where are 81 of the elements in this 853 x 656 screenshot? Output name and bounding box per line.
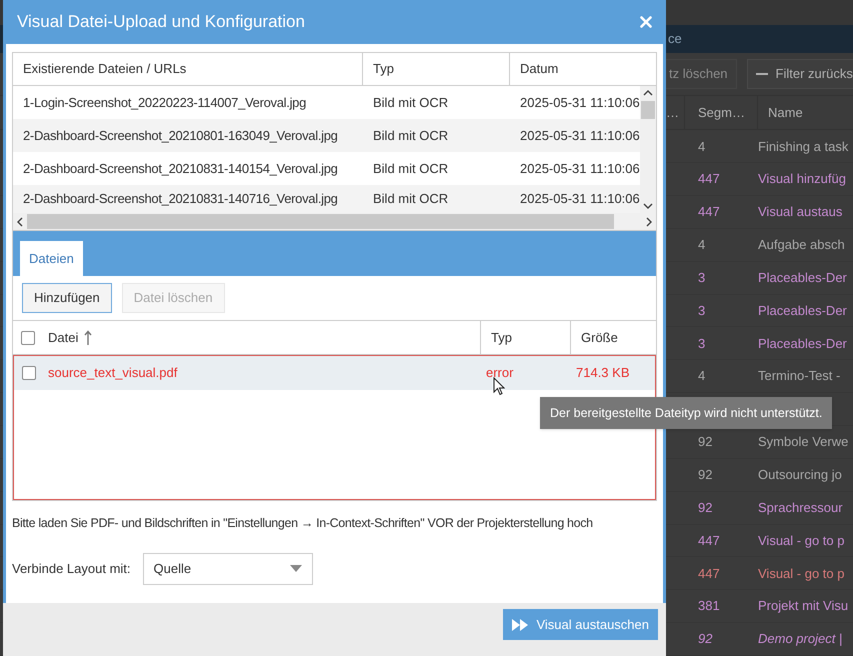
file-name: 2-Dashboard-Screenshot_20210831-140154_Veroval.jpg [22,160,339,178]
column-header[interactable]: Datum [520,59,558,79]
project-name: Demo project | [758,630,842,648]
scroll-down-icon[interactable] [643,203,653,209]
column-header[interactable]: Existierende Dateien / URLs [23,59,186,79]
tooltip: Der bereitgestellte Dateityp wird nicht unterstützt. [540,397,832,429]
segment-count: 3 [698,268,706,287]
segment-count: 92 [698,433,714,452]
segment-count: 447 [698,170,721,188]
scroll-up-icon[interactable] [643,90,653,96]
segment-count: 92 [698,630,714,648]
checkbox[interactable] [22,366,36,380]
segment-count: 3 [698,334,706,353]
column-header[interactable]: Segm… [698,102,745,122]
upload-date: 2025-05-31 11:10:06 [519,160,640,178]
segment-count: 447 [698,203,721,222]
column-header[interactable]: … [666,102,679,122]
upload-date: 2025-05-31 11:10:06 [519,126,640,145]
minus-icon [756,72,768,75]
upload-file-size: 714.3 KB [576,364,630,382]
layout-label: Verbinde Layout mit: [12,560,131,578]
replace-visual-button[interactable]: Visual austauschen [503,609,658,640]
project-name: Placeables-Der [758,334,847,353]
segment-count: 4 [698,236,706,254]
project-name: Projekt mit Visu [758,597,848,616]
file-type: Bild mit OCR [372,160,450,178]
checkbox[interactable] [21,330,35,344]
upload-file-type: error [486,364,514,382]
scroll-right-icon[interactable] [646,216,652,226]
project-name: Placeables-Der [758,302,847,320]
segment-count: 381 [698,597,721,616]
project-name: Symbole Verwe [758,433,848,452]
horizontal-scrollbar[interactable] [13,213,656,230]
fast-forward-icon [512,618,528,630]
file-type: Bild mit OCR [372,126,450,145]
project-name: Termino-Test - [758,367,840,386]
files-tab[interactable]: Dateien [20,241,83,276]
hint-text: Bitte laden Sie PDF- und Bildschriften in "Einstellungen → In-Context-Schriften" VOR der Projekterstellung hoch [12,515,594,532]
segment-count: 92 [698,466,714,484]
file-name: 2-Dashboard-Screenshot_20210801-163049_Veroval.jpg [22,126,339,145]
segment-count: 3 [698,302,706,320]
project-name: Sprachressour [758,498,843,517]
file-name: 1-Login-Screenshot_20220223-114007_Veroval.jpg [22,94,308,112]
column-header[interactable]: Name [768,102,803,122]
column-header[interactable]: Größe [581,328,618,348]
file-type: Bild mit OCR [372,190,450,208]
project-name: Visual austaus [758,203,842,222]
close-icon[interactable] [640,16,652,28]
scrollbar-thumb[interactable] [641,100,655,118]
segment-count: 447 [698,564,721,583]
sort-arrow-icon[interactable] [84,330,92,346]
segment-count: 447 [698,532,721,550]
column-header[interactable]: Datei [48,328,78,348]
project-name: Visual - go to p [758,564,844,583]
column-header[interactable]: Typ [373,59,394,79]
add-button[interactable]: Hinzufügen [22,283,112,313]
upload-date: 2025-05-31 11:10:06 [519,94,640,112]
segment-count: 92 [698,498,714,517]
vertical-scrollbar[interactable] [640,86,656,213]
project-name: Visual hinzufüg [758,170,846,188]
upload-file-name: source_text_visual.pdf [47,364,178,382]
segment-count: 4 [698,138,706,156]
layout-select[interactable]: Quelle [142,552,313,585]
mouse-pointer-icon [493,377,505,396]
upload-row[interactable]: source_text_visual.pdf error 714.3 KB [14,356,655,390]
dialog-title: Visual Datei-Upload und Konfiguration [17,11,305,34]
scrollbar-thumb[interactable] [27,214,614,229]
segment-count: 4 [698,367,706,386]
scroll-left-icon[interactable] [17,216,23,226]
project-name: Visual - go to p [758,532,844,550]
project-name: Aufgabe absch [758,236,845,254]
project-name: Finishing a task [758,138,848,156]
project-name: Outsourcing jo [758,466,842,484]
reset-filter-button[interactable]: Filter zurücks [746,58,853,89]
project-name: Placeables-Der [758,268,847,287]
file-name: 2-Dashboard-Screenshot_20210831-140716_Veroval.jpg [22,190,339,208]
column-header[interactable]: Typ [491,328,512,348]
header-title: ce [668,30,682,48]
upload-date: 2025-05-31 11:10:06 [519,190,640,208]
dropdown-caret-icon [290,565,302,572]
file-type: Bild mit OCR [372,94,450,112]
